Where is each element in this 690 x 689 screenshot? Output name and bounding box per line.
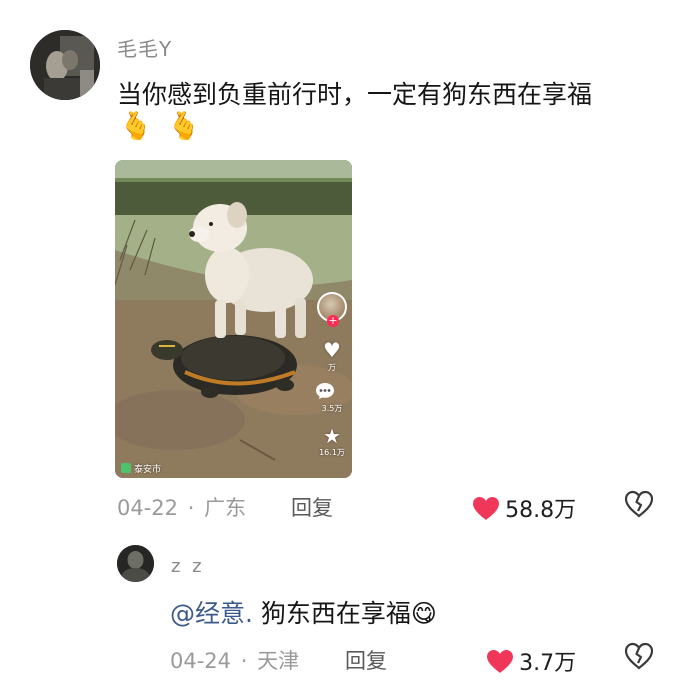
star-icon[interactable]: ★ [315, 424, 349, 448]
comment-date: 04-22 [117, 496, 179, 520]
reply-username[interactable]: z z [171, 556, 205, 577]
commenter-avatar[interactable] [30, 30, 100, 100]
video-location-label: 泰安市 [134, 465, 162, 475]
location-pin-icon [121, 463, 131, 473]
reply-to-reply-button[interactable]: 回复 [345, 645, 387, 675]
heart-icon[interactable]: ♥ [315, 338, 349, 362]
reply-meta: 04-24 · 天津 [170, 645, 299, 675]
reply-like-button[interactable]: 3.7万 [486, 645, 576, 678]
reply-button[interactable]: 回复 [291, 492, 333, 522]
reply-text: @经意. 狗东西在享福😋 [170, 594, 437, 630]
heart-icon [486, 649, 514, 678]
video-location-tag: 泰安市 [121, 462, 161, 475]
comment-icon[interactable] [315, 382, 349, 400]
video-like-count: 万 [328, 363, 336, 372]
meta-separator: · [187, 496, 195, 520]
reply-location: 天津 [257, 649, 300, 673]
video-thumbnail[interactable]: + ♥ 万 3.5万 ★ 16.1万 泰安市 [115, 160, 352, 478]
yum-face-emoji: 😋 [410, 599, 437, 628]
comment-text: 当你感到负重前行时，一定有狗东西在享福 [117, 80, 593, 109]
video-favorite-count: 16.1万 [319, 448, 345, 457]
reply-like-count: 3.7万 [519, 651, 577, 676]
broken-heart-icon[interactable] [624, 490, 654, 522]
reply-body: 狗东西在享福 [260, 599, 411, 628]
heart-icon [472, 496, 500, 525]
meta-separator: · [240, 649, 248, 673]
broken-heart-icon[interactable] [624, 642, 654, 674]
video-comment-count: 3.5万 [321, 404, 343, 413]
like-button[interactable]: 58.8万 [472, 492, 576, 525]
commenter-username[interactable]: 毛毛Y [117, 33, 172, 62]
finger-heart-emoji: 🫰 [167, 111, 201, 142]
comment-location: 广东 [204, 496, 247, 520]
comment-meta: 04-22 · 广东 [117, 492, 246, 522]
like-count: 58.8万 [505, 498, 577, 523]
mention-link[interactable]: @经意. [170, 599, 253, 628]
finger-heart-emoji: 🫰 [119, 111, 153, 142]
reply-avatar[interactable] [117, 545, 154, 582]
reply-date: 04-24 [170, 649, 232, 673]
comment-emojis: 🫰 🫰 [119, 113, 207, 140]
follow-plus-icon[interactable]: + [327, 315, 339, 327]
